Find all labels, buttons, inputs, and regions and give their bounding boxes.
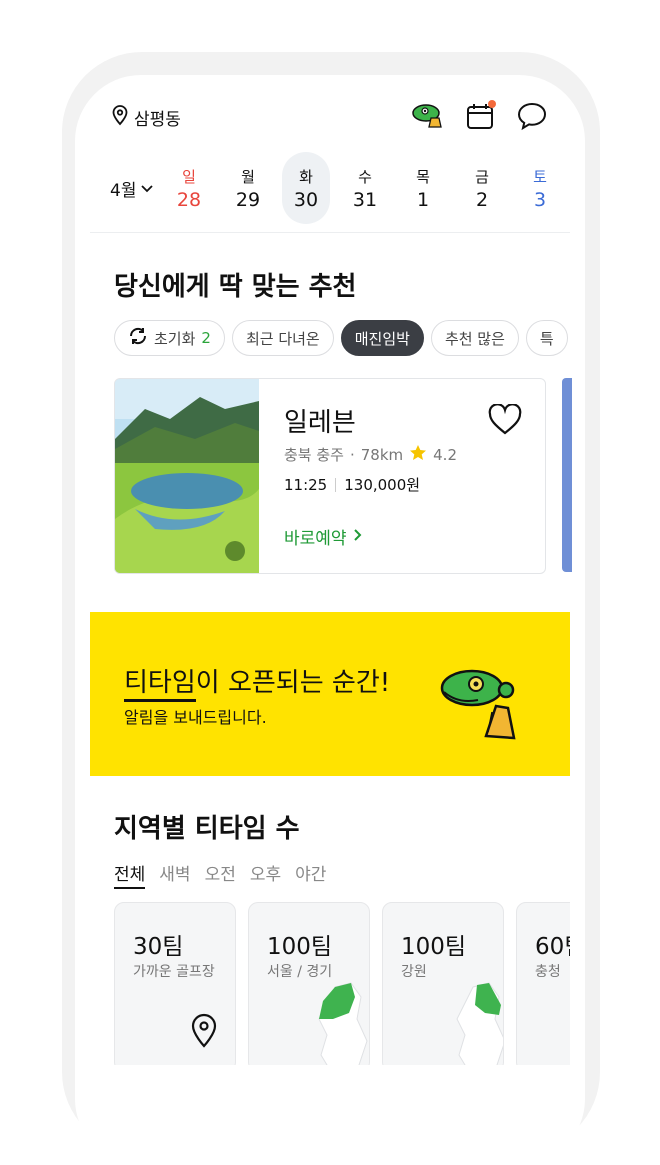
book-now-label: 바로예약 [284,529,347,549]
course-distance: 78km [360,445,404,464]
region-count: 60팀 [535,934,570,960]
region-card-seoul[interactable]: 100팀 서울 / 경기 [248,902,370,1065]
tee-price: 130,000원 [344,476,421,494]
day-3[interactable]: 토3 [516,152,564,224]
tab-afternoon[interactable]: 오후 [250,860,281,889]
date-strip: 일 28 월 29 화 30 수 31 목1 금2 토3 [164,152,564,224]
banner-subtitle: 알림을 보내드립니다. [124,708,267,727]
day-date: 29 [235,189,261,211]
tee-time-info: 11:25 130,000원 [284,474,420,495]
korea-map-icon [451,979,503,1065]
day-name: 일 [182,168,196,186]
region-count: 100팀 [401,934,467,960]
course-photo [115,379,259,573]
meta-separator-dot: · [349,445,355,464]
header-actions [410,98,550,134]
tab-morning[interactable]: 오전 [205,860,236,889]
region-label: 가까운 골프장 [133,964,215,980]
day-30-selected[interactable]: 화 30 [282,152,330,224]
chevron-down-icon [140,179,154,199]
day-name: 토 [533,168,547,186]
course-region: 충북 충주 [284,446,344,464]
day-28[interactable]: 일 28 [165,152,213,224]
region-cards: 30팀 가까운 골프장 100팀 서울 / 경기 100팀 강원 60팀 충청 [90,895,570,1065]
day-name: 월 [241,168,255,186]
banner-title: 티타임이 오픈되는 순간! [124,662,391,702]
chevron-right-icon [353,527,363,547]
next-course-card[interactable] [562,378,572,572]
region-label: 강원 [401,964,427,980]
refresh-icon [128,327,148,349]
recommend-title: 당신에게 딱 맞는 추천 [114,272,357,302]
reset-count: 2 [201,329,211,347]
pin-icon [189,1013,219,1053]
region-title: 지역별 티타임 수 [114,814,300,844]
day-date: 30 [293,189,319,211]
month-label: 4월 [110,181,137,201]
day-date: 3 [533,189,547,211]
reset-chip[interactable]: 초기화 2 [114,320,225,356]
day-29[interactable]: 월 29 [224,152,272,224]
day-date: 1 [416,189,430,211]
day-name: 화 [299,168,313,186]
day-name: 수 [358,168,372,186]
time-tabs: 전체 새벽 오전 오후 야간 [114,860,326,889]
separator [335,477,337,492]
tab-dawn[interactable]: 새벽 [159,860,190,889]
filter-chip-soldout[interactable]: 매진임박 [340,320,424,356]
month-selector[interactable]: 4월 [110,176,154,201]
region-count: 100팀 [267,934,333,960]
day-name: 목 [416,168,430,186]
region-card-gangwon[interactable]: 100팀 강원 [382,902,504,1065]
chat-icon[interactable] [514,98,550,134]
tee-time: 11:25 [284,475,328,494]
reset-label: 초기화 [154,329,196,348]
location-label: 삼평동 [134,110,181,130]
course-name: 일레븐 [284,408,356,438]
book-now-link[interactable]: 바로예약 [284,524,363,549]
location-selector[interactable]: 삼평동 [110,104,181,131]
region-card-chungcheong[interactable]: 60팀 충청 [516,902,570,1065]
pin-icon [110,104,130,131]
filter-chip-popular[interactable]: 추천 많은 [430,320,519,356]
tab-night[interactable]: 야간 [295,860,326,889]
divider [90,232,570,233]
region-card-nearby[interactable]: 30팀 가까운 골프장 [114,902,236,1065]
course-meta: 충북 충주 · 78km 4.2 [284,444,457,465]
region-label: 충청 [535,964,561,980]
mascot-bell-illustration [438,648,518,746]
calendar-icon[interactable] [462,98,498,134]
filter-chips: 초기화 2 최근 다녀온 매진임박 추천 많은 특 [114,320,570,360]
day-date: 31 [352,189,378,211]
filter-chip-more[interactable]: 특 [525,320,568,356]
heart-icon[interactable] [488,403,522,440]
day-31[interactable]: 수 31 [341,152,389,224]
korea-map-icon [313,979,369,1065]
region-count: 30팀 [133,934,184,960]
region-label: 서울 / 경기 [267,964,333,980]
star-icon [409,444,427,465]
day-name: 금 [475,168,489,186]
day-1[interactable]: 목1 [399,152,447,224]
banner-title-rest: 이 오픈되는 순간! [195,668,391,698]
banner-title-highlight: 티타임 [124,668,196,702]
notification-dot [488,100,496,108]
tab-all[interactable]: 전체 [114,860,146,889]
day-date: 28 [176,189,202,211]
filter-chip-recent[interactable]: 최근 다녀온 [231,320,334,356]
course-rating: 4.2 [433,445,457,464]
day-date: 2 [475,189,489,211]
mascot-bell-icon[interactable] [410,98,446,134]
day-2[interactable]: 금2 [458,152,506,224]
